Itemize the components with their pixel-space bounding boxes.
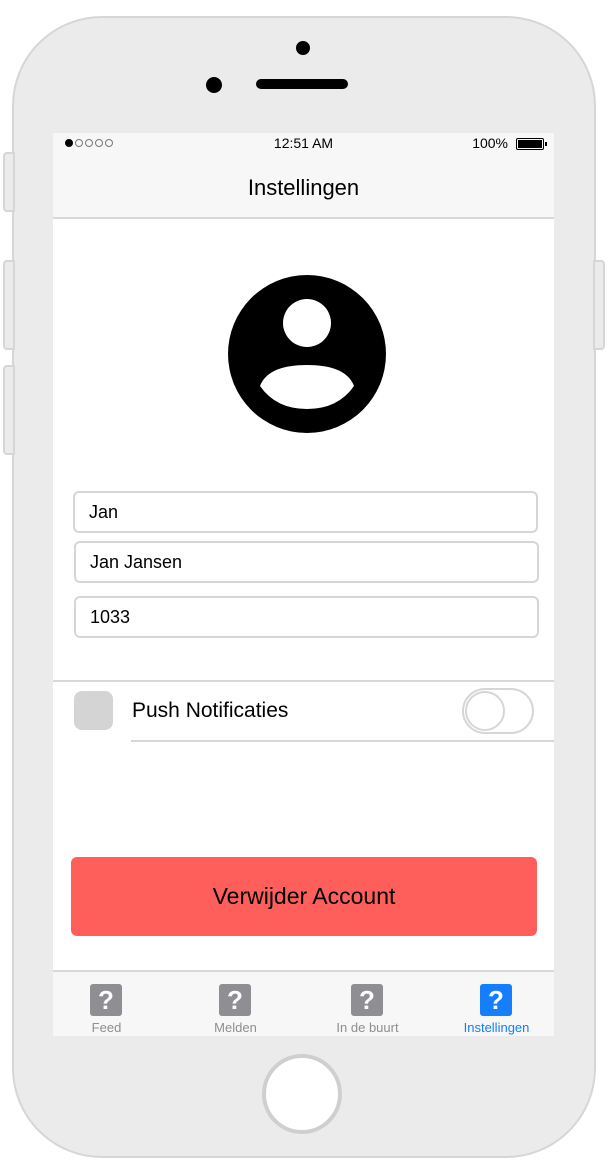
user-circle-icon[interactable] bbox=[228, 275, 386, 433]
tab-label: Melden bbox=[214, 1020, 257, 1035]
tab-in-de-buurt[interactable]: ? In de buurt bbox=[305, 972, 430, 1036]
question-mark-icon: ? bbox=[351, 984, 383, 1016]
power-button bbox=[593, 260, 605, 350]
tab-label: Instellingen bbox=[463, 1020, 530, 1035]
home-button[interactable] bbox=[262, 1054, 342, 1134]
tab-label: In de buurt bbox=[336, 1020, 399, 1035]
delete-account-button[interactable]: Verwijder Account bbox=[71, 857, 537, 936]
status-bar: 12:51 AM 100% bbox=[53, 133, 554, 155]
navigation-bar: Instellingen bbox=[53, 155, 554, 219]
push-notifications-label: Push Notificaties bbox=[132, 699, 289, 722]
tab-label: Feed bbox=[91, 1020, 122, 1035]
volume-up-button bbox=[3, 260, 15, 350]
tab-instellingen[interactable]: ? Instellingen bbox=[434, 972, 554, 1036]
question-mark-icon: ? bbox=[480, 984, 512, 1016]
page-title: Instellingen bbox=[247, 175, 360, 200]
first-name-field[interactable] bbox=[73, 491, 538, 533]
front-camera bbox=[296, 41, 310, 55]
postal-code-field[interactable] bbox=[74, 596, 539, 638]
question-mark-icon: ? bbox=[90, 984, 122, 1016]
notification-icon bbox=[74, 691, 113, 730]
tab-bar: ? Feed ? Melden ? In de buurt ? Instelli… bbox=[53, 970, 554, 1036]
divider bbox=[131, 740, 554, 742]
full-name-field[interactable] bbox=[74, 541, 539, 583]
mute-switch bbox=[3, 152, 15, 212]
battery-percentage: 100% bbox=[472, 135, 508, 151]
question-mark-icon: ? bbox=[219, 984, 251, 1016]
proximity-sensor bbox=[206, 77, 222, 93]
battery-icon bbox=[516, 138, 547, 150]
earpiece-speaker bbox=[256, 79, 348, 89]
tab-feed[interactable]: ? Feed bbox=[53, 972, 169, 1036]
screen: 12:51 AM 100% Instellingen Push Notifica… bbox=[53, 133, 554, 1036]
toggle-knob bbox=[465, 691, 505, 731]
tab-melden[interactable]: ? Melden bbox=[173, 972, 298, 1036]
push-notifications-toggle[interactable] bbox=[462, 688, 534, 734]
divider bbox=[53, 680, 554, 682]
volume-down-button bbox=[3, 365, 15, 455]
